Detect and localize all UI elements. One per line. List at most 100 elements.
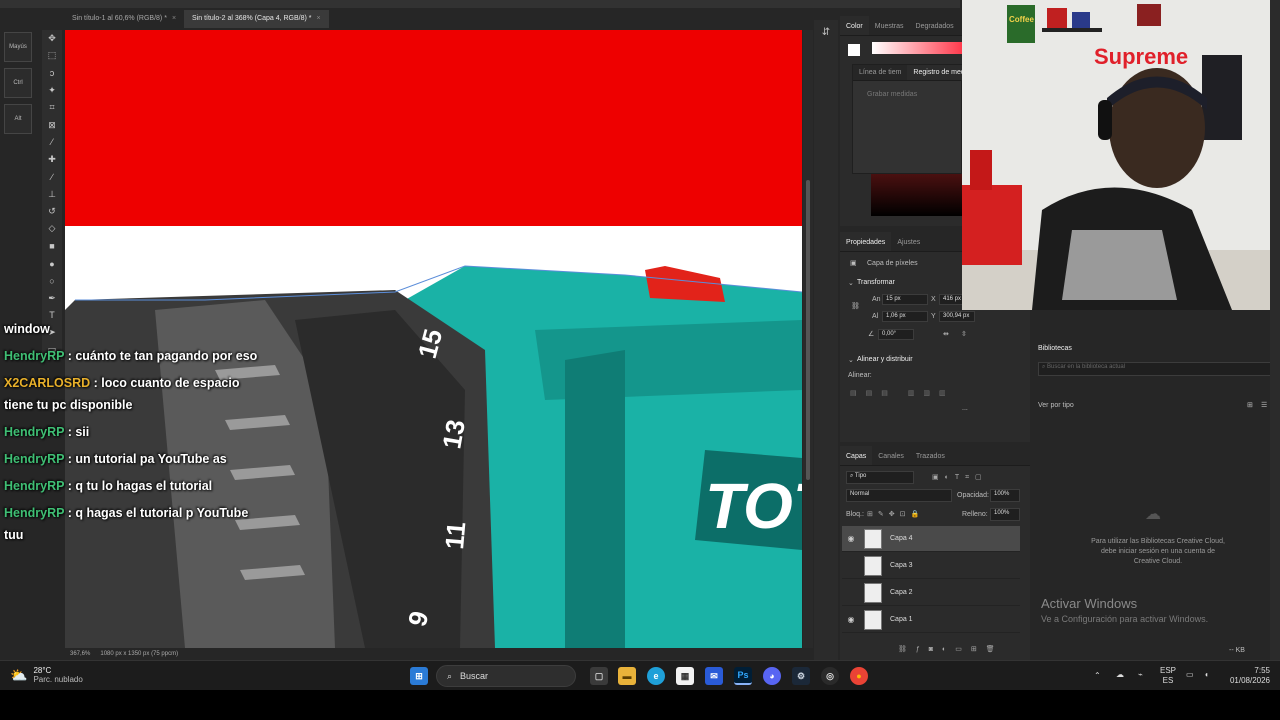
supreme-wall-text: Supreme (1094, 44, 1188, 69)
flip-horizontal-icon[interactable]: ⇹ (943, 330, 949, 338)
move-tool-icon[interactable]: ✥ (42, 30, 62, 47)
store-icon[interactable]: ▦ (676, 667, 694, 685)
document-tab-1[interactable]: Sin título-1 al 60,6% (RGB/8) * × (64, 10, 184, 28)
lasso-tool-icon[interactable]: ↄ (42, 65, 62, 82)
language-code: ESP (1160, 666, 1177, 675)
volume-icon[interactable]: ◖ (1204, 670, 1209, 680)
frame-tool-icon[interactable]: ⊠ (42, 116, 62, 133)
document-tab-2[interactable]: Sin título-2 al 368% (Capa 4, RGB/8) * × (184, 10, 329, 28)
obs-icon[interactable]: ◎ (821, 667, 839, 685)
angle-field[interactable]: 0,00° (878, 329, 914, 340)
tab-channels[interactable]: Canales (872, 446, 910, 465)
tab-layers[interactable]: Capas (840, 446, 873, 465)
task-view-icon[interactable]: ▢ (590, 667, 608, 685)
filter-buttons[interactable]: ▣◐T⌗▢ (932, 473, 988, 482)
tab-swatches[interactable]: Muestras (869, 16, 910, 35)
eye-icon[interactable]: ◉ (842, 615, 860, 624)
lock-buttons[interactable]: ⊞✎✥⊡🔒 (867, 510, 924, 518)
grid-view-icon[interactable]: ⊞ (1247, 401, 1253, 409)
layer-row-capa-2[interactable]: Capa 2 (842, 580, 1020, 606)
brush-tool-icon[interactable]: ∕ (42, 168, 62, 185)
clock[interactable]: 7:55 01/08/2026 (1222, 666, 1270, 686)
red-background (65, 30, 802, 226)
align-section-title[interactable]: Alinear y distribuir (857, 356, 913, 363)
pen-tool-icon[interactable]: ✒ (42, 289, 62, 306)
library-search-input[interactable]: ⌕ Buscar en la biblioteca actual (1038, 362, 1273, 376)
opacity-label: Opacidad: (957, 492, 989, 499)
shift-key[interactable]: Mayús (4, 32, 32, 62)
discord-icon[interactable]: ◕ (763, 667, 781, 685)
layer-row-capa-3[interactable]: Capa 3 (842, 553, 1020, 579)
language-indicator[interactable]: ESP ES (1160, 666, 1176, 686)
chrome-icon[interactable]: ● (850, 667, 868, 685)
height-field[interactable]: 1,06 px (882, 311, 928, 322)
steam-icon[interactable]: ⚙ (792, 667, 810, 685)
network-tray-icon[interactable]: ☁ (1116, 670, 1124, 680)
file-explorer-icon[interactable]: ▬ (618, 667, 636, 685)
width-field[interactable]: 15 px (882, 294, 928, 305)
chevron-up-icon[interactable]: ⌃ (1094, 671, 1101, 681)
clutch-number-11: 11 (439, 521, 471, 551)
eyedropper-tool-icon[interactable]: ⁄ (42, 134, 62, 151)
y-label: Y (931, 313, 936, 320)
tab-color[interactable]: Color (840, 16, 869, 35)
chevron-down-icon[interactable]: ⌄ (848, 356, 854, 364)
mail-icon[interactable]: ✉ (705, 667, 723, 685)
magic-wand-tool-icon[interactable]: ✦ (42, 82, 62, 99)
transform-section-title[interactable]: Transformar (857, 279, 895, 286)
close-icon[interactable]: × (172, 15, 176, 22)
ctrl-key[interactable]: Ctrl (4, 68, 32, 98)
eraser-tool-icon[interactable]: ◇ (42, 220, 62, 237)
foreground-swatch[interactable] (848, 44, 860, 56)
edge-browser-icon[interactable]: e (647, 667, 665, 685)
pixel-layer-icon: ▣ (850, 260, 857, 267)
crop-tool-icon[interactable]: ⌗ (42, 99, 62, 116)
search-label: Buscar (460, 671, 489, 681)
chevron-down-icon[interactable]: ⌄ (848, 279, 854, 287)
blur-tool-icon[interactable]: ● (42, 255, 62, 272)
blend-mode-select[interactable]: Normal (846, 489, 952, 502)
flip-vertical-icon[interactable]: ⇳ (961, 330, 967, 338)
view-by-select[interactable]: Ver por tipo (1038, 402, 1074, 409)
height-label: Al (872, 313, 879, 320)
y-field[interactable]: 300,94 px (939, 311, 975, 322)
tab-properties[interactable]: Propiedades (840, 232, 892, 251)
weather-widget[interactable]: ⛅ 28°C Parc. nublado (10, 666, 83, 684)
canvas-scrollbar[interactable] (803, 30, 813, 648)
opacity-field[interactable]: 100% (990, 489, 1020, 502)
healing-tool-icon[interactable]: ✚ (42, 151, 62, 168)
tab-timeline[interactable]: Línea de tiem (853, 65, 907, 80)
stamp-tool-icon[interactable]: ⊥ (42, 186, 62, 203)
dodge-tool-icon[interactable]: ○ (42, 272, 62, 289)
layer-filter-select[interactable]: ⌕ Tipo (846, 471, 914, 484)
layer-row-capa-4[interactable]: ◉ Capa 4 (842, 526, 1020, 552)
layer-row-capa-1[interactable]: ◉ Capa 1 (842, 607, 1020, 633)
color-field[interactable] (871, 174, 962, 216)
monitor-tray-icon[interactable]: ▭ (1186, 670, 1194, 680)
windows-start-icon[interactable]: ⊞ (410, 667, 428, 685)
color-ramp[interactable] (872, 42, 962, 54)
zoom-level[interactable]: 367,6% (70, 651, 90, 657)
gradient-tool-icon[interactable]: ■ (42, 238, 62, 255)
photoshop-icon[interactable]: Ps (734, 667, 752, 685)
align-buttons[interactable]: ▤▤▤ ▥▥▥ (850, 389, 955, 397)
marquee-tool-icon[interactable]: ⬚ (42, 47, 62, 64)
list-view-icon[interactable]: ☰ (1261, 401, 1267, 409)
layer-action-buttons[interactable]: ⛓ƒ◙◐▭⊞🗑 (898, 645, 1004, 653)
more-options-button[interactable]: ... (962, 405, 968, 412)
options-bar (0, 0, 960, 8)
history-brush-tool-icon[interactable]: ↺ (42, 203, 62, 220)
tab-adjustments[interactable]: Ajustes (891, 232, 926, 251)
record-measurements-button[interactable]: Grabar medidas (867, 91, 917, 98)
close-icon[interactable]: × (316, 15, 320, 22)
eye-icon[interactable]: ◉ (842, 534, 860, 543)
fill-field[interactable]: 100% (990, 508, 1020, 521)
tab-gradients[interactable]: Degradados (910, 16, 960, 35)
taskbar-search[interactable]: ⌕ Buscar (436, 665, 576, 687)
panel-toggle-icon[interactable]: ⇵ (814, 20, 838, 44)
usb-tray-icon[interactable]: ⌁ (1138, 670, 1143, 680)
link-icon[interactable]: ⛓ (851, 302, 860, 310)
scrollbar-thumb[interactable] (806, 180, 810, 480)
tab-paths[interactable]: Trazados (910, 446, 951, 465)
alt-key[interactable]: Alt (4, 104, 32, 134)
